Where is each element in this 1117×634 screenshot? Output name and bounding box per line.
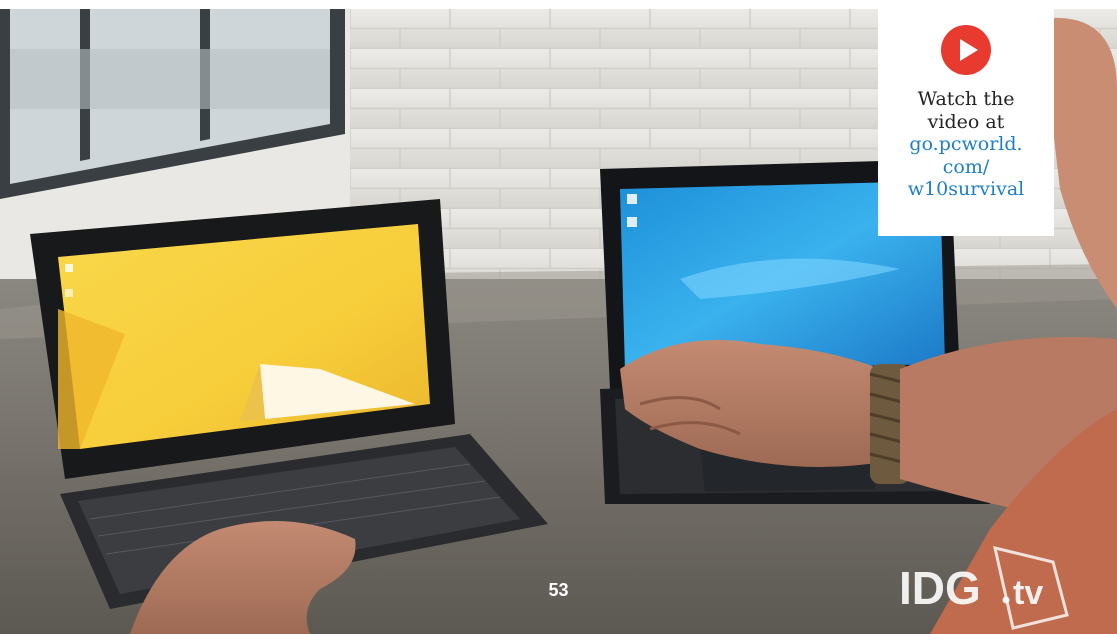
video-callout-card[interactable]: Watch the video at go.pcworld. com/ w10s…	[878, 0, 1054, 236]
video-link-line-2[interactable]: com/	[878, 156, 1054, 179]
video-link-line-3[interactable]: w10survival	[878, 178, 1054, 201]
video-callout-text: Watch the video at go.pcworld. com/ w10s…	[878, 88, 1054, 201]
video-text-line-1: Watch the	[917, 88, 1015, 110]
video-link-line-1[interactable]: go.pcworld.	[878, 133, 1054, 156]
video-text-line-2: video at	[927, 110, 1005, 133]
video-link[interactable]: go.pcworld. com/ w10survival	[878, 133, 1054, 201]
idg-tv-logo: IDG tv	[899, 545, 1069, 630]
play-button-icon[interactable]	[941, 25, 991, 75]
svg-text:IDG: IDG	[899, 562, 981, 614]
svg-text:tv: tv	[1013, 574, 1043, 612]
magazine-page: Watch the video at go.pcworld. com/ w10s…	[0, 0, 1117, 634]
